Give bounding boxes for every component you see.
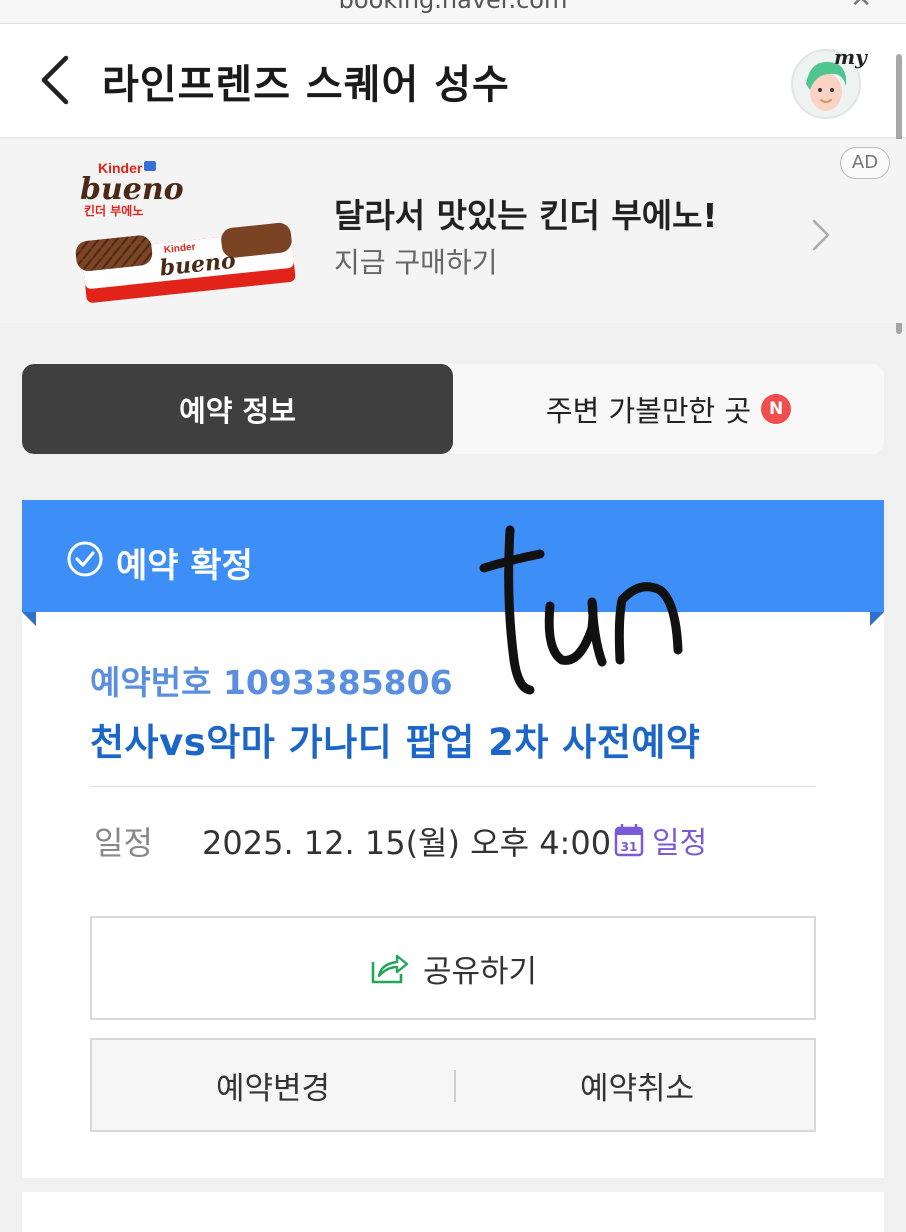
booking-number-label: 예약번호 (90, 663, 212, 702)
add-to-calendar-link[interactable]: 31 일정 (614, 818, 707, 862)
ad-subtext: 지금 구매하기 (334, 246, 498, 279)
close-icon[interactable]: ✕ (850, 0, 872, 14)
booking-number: 예약번호 1093385806 (90, 656, 453, 704)
check-circle-icon (67, 541, 103, 577)
avatar-icon: my (791, 45, 868, 119)
chevron-right-icon (812, 219, 830, 251)
new-badge: N (761, 394, 792, 424)
calendar-link-label: 일정 (652, 826, 708, 861)
ad-banner[interactable]: Kinder bueno 킨더 부에노 Kinder bueno 달라서 맛있는… (0, 139, 906, 323)
svg-text:킨더 부에노: 킨더 부에노 (84, 203, 143, 218)
date-label: 일정 (94, 824, 153, 862)
cancel-reservation-button[interactable]: 예약취소 (456, 1040, 818, 1130)
action-row: 예약변경 예약취소 (90, 1038, 816, 1132)
page-header: 라인프렌즈 스퀘어 성수 my (0, 24, 906, 334)
svg-text:bueno: bueno (80, 172, 184, 207)
status-banner: 예약 확정 (22, 500, 884, 612)
browser-url-bar[interactable]: booking.naver.com ✕ (0, 0, 906, 24)
ad-badge[interactable]: AD (840, 147, 890, 179)
back-button[interactable] (30, 48, 82, 112)
share-label: 공유하기 (422, 953, 538, 990)
date-value: 2025. 12. 15(월) 오후 4:00 (202, 824, 612, 862)
tab-reservation-info[interactable]: 예약 정보 (22, 364, 453, 454)
tab-bar: 예약 정보 주변 가볼만한 곳 N (22, 364, 884, 454)
tab-label: 예약 정보 (179, 394, 296, 428)
ad-headline: 달라서 맛있는 킨더 부에노! (334, 196, 718, 235)
svg-text:31: 31 (621, 840, 638, 854)
calendar-icon: 31 (614, 824, 644, 857)
booking-card: 예약번호 1093385806 천사vs악마 가나디 팝업 2차 사전예약 일정… (22, 612, 884, 1178)
cancel-label: 예약취소 (579, 1070, 695, 1107)
card-fold-left (22, 612, 36, 626)
share-icon (371, 954, 409, 984)
page-title: 라인프렌즈 스퀘어 성수 (102, 62, 510, 108)
tab-label: 주변 가볼만한 곳 (545, 394, 752, 428)
status-label: 예약 확정 (116, 546, 253, 586)
booking-number-value: 1093385806 (222, 663, 453, 702)
url-text: booking.naver.com (338, 0, 568, 14)
chevron-left-icon (41, 55, 69, 105)
change-reservation-button[interactable]: 예약변경 (92, 1040, 454, 1130)
tab-nearby-places[interactable]: 주변 가볼만한 곳 N (453, 364, 884, 454)
next-card (22, 1192, 884, 1232)
share-button[interactable]: 공유하기 (90, 916, 816, 1020)
change-label: 예약변경 (215, 1070, 331, 1107)
avatar-label: my (834, 45, 868, 69)
kinder-bueno-product-image: Kinder bueno 킨더 부에노 Kinder bueno (75, 160, 296, 303)
card-fold-right (870, 612, 884, 626)
my-profile-avatar[interactable]: my (790, 42, 868, 120)
booking-title: 천사vs악마 가나디 팝업 2차 사전예약 (90, 721, 701, 764)
divider (90, 786, 816, 787)
